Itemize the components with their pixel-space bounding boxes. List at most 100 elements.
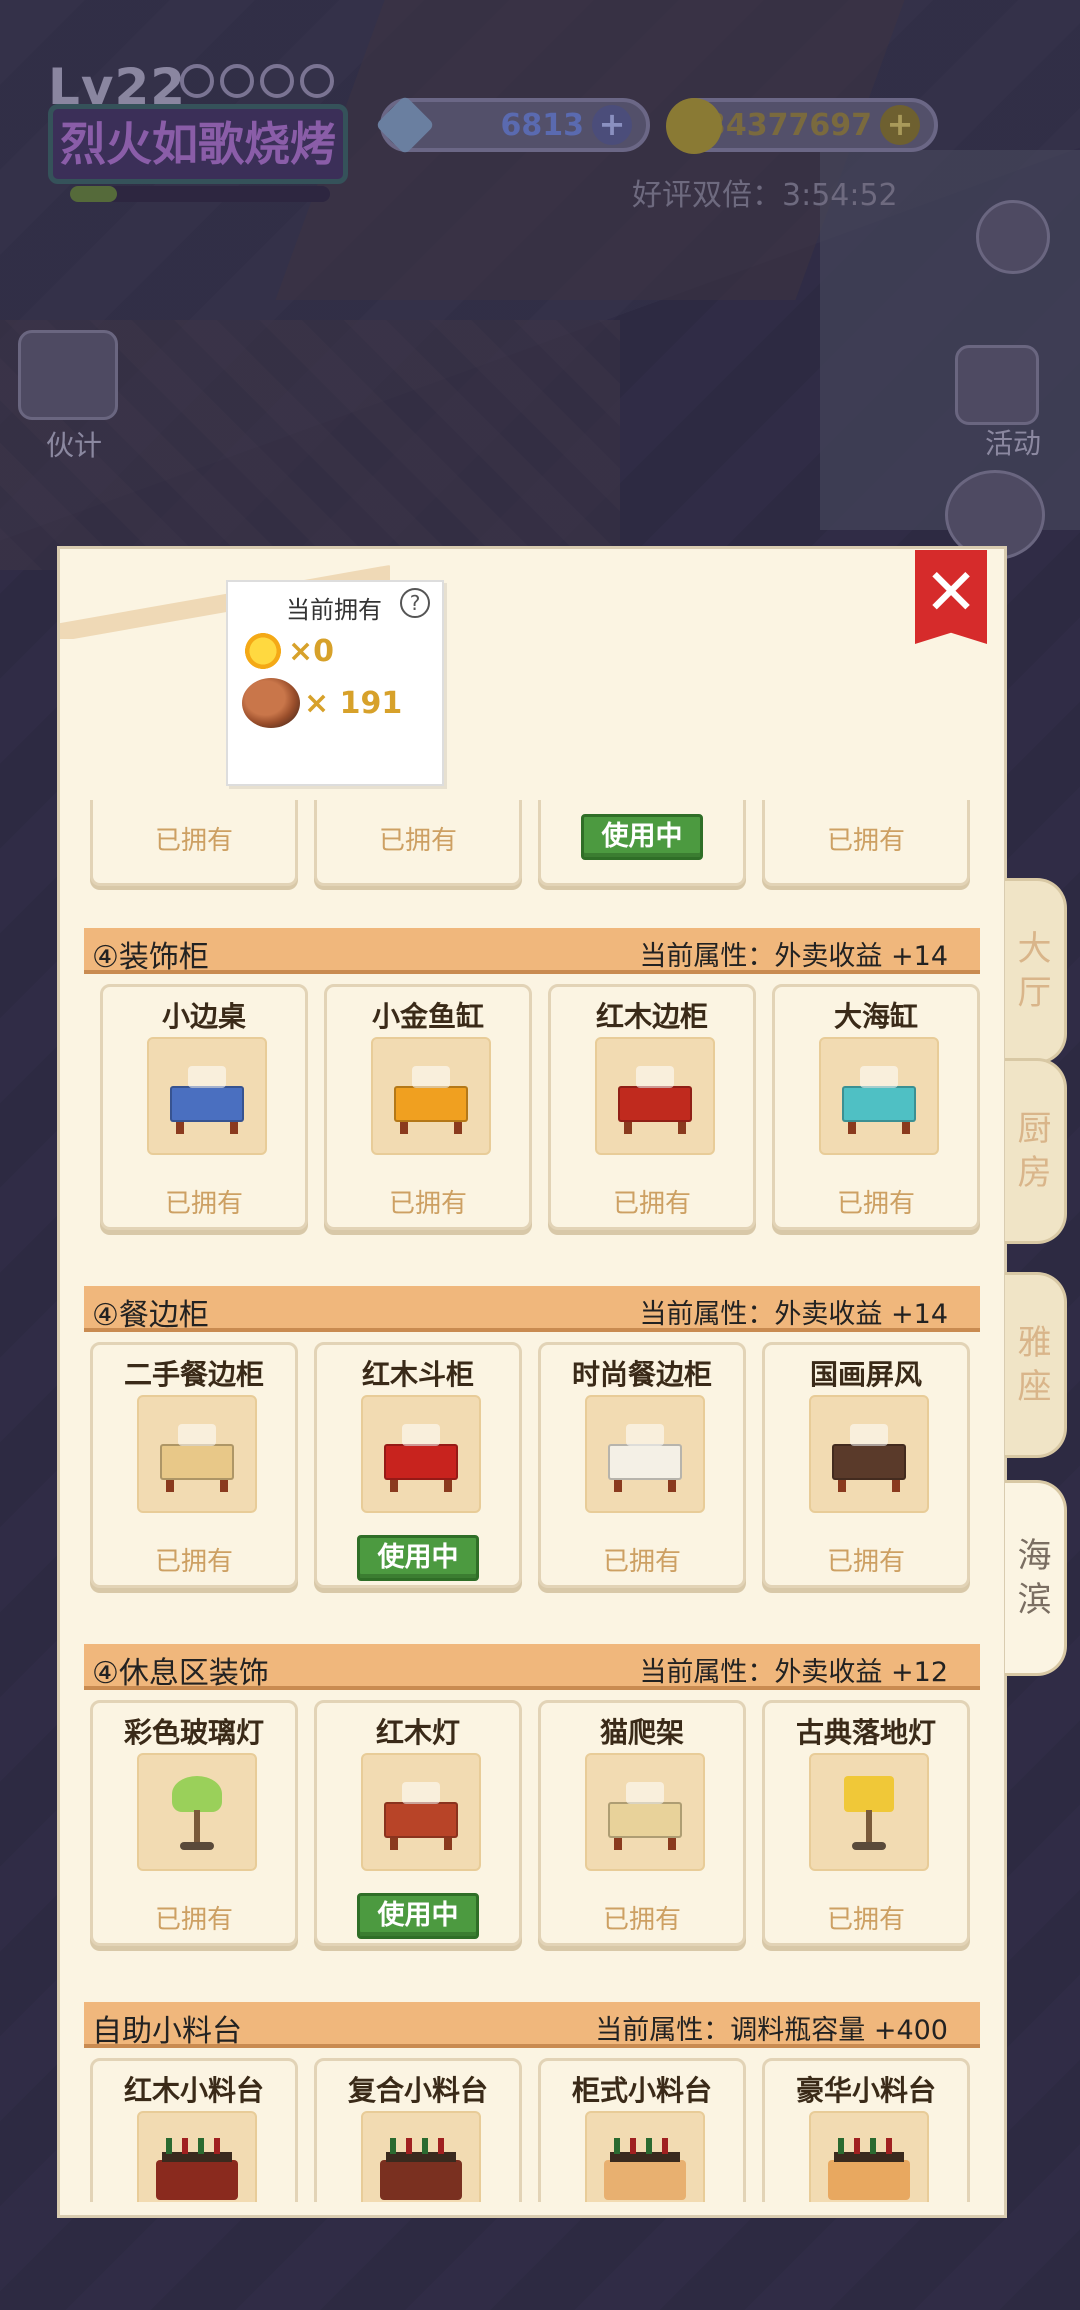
furniture-name: 时尚餐边柜 <box>571 1358 712 1391</box>
xp-bar <box>70 186 330 202</box>
furniture-image <box>152 2130 242 2202</box>
furniture-image <box>386 1056 476 1136</box>
furniture-card[interactable]: 使用中 <box>538 800 746 886</box>
currency-owned-box: 当前拥有 ? ×0 × 191 <box>226 580 444 786</box>
furniture-thumbnail <box>595 1037 715 1155</box>
furniture-image <box>600 1414 690 1494</box>
sun-token-row: ×0 <box>242 630 334 672</box>
close-button[interactable]: ✕ <box>915 550 987 644</box>
tab-2[interactable]: 雅 座 <box>1005 1272 1067 1458</box>
furniture-section: 自助小料台 当前属性：调料瓶容量 +400 红木小料台 复合小料台 柜式小料台 豪华… <box>80 2002 980 2202</box>
add-coins-button[interactable]: + <box>880 105 920 145</box>
coin-amount: 34377697 <box>705 107 872 143</box>
furniture-card[interactable]: 柜式小料台 <box>538 2058 746 2202</box>
furniture-name: 红木小料台 <box>123 2074 264 2107</box>
furniture-list[interactable]: 已拥有 已拥有 使用中 已拥有 ④装饰柜 当前属性：外卖收益 +14 小边桌 已拥有 小金鱼… <box>80 800 980 2202</box>
furniture-card[interactable]: 彩色玻璃灯 已拥有 <box>90 1700 298 1946</box>
furniture-name: 彩色玻璃灯 <box>123 1716 264 1749</box>
help-icon[interactable]: ? <box>400 588 430 618</box>
furniture-name: 二手餐边柜 <box>123 1358 264 1391</box>
furniture-card[interactable]: 红木边柜 已拥有 <box>548 984 756 1230</box>
furniture-card[interactable]: 国画屏风 已拥有 <box>762 1342 970 1588</box>
staff-label: 伙计 <box>46 429 103 462</box>
furniture-image <box>834 1056 924 1136</box>
furniture-image <box>152 1772 242 1852</box>
tab-3[interactable]: 海 滨 <box>1005 1480 1067 1676</box>
owned-label: 已拥有 <box>602 1547 681 1577</box>
owned-label: 已拥有 <box>164 1189 243 1219</box>
furniture-card[interactable]: 已拥有 <box>90 800 298 886</box>
coin-counter[interactable]: 34377697 + <box>666 98 938 154</box>
furniture-thumbnail <box>585 1753 705 1871</box>
furniture-card[interactable]: 红木小料台 <box>90 2058 298 2202</box>
furniture-card[interactable]: 小金鱼缸 已拥有 <box>324 984 532 1230</box>
owned-label: 已拥有 <box>602 1905 681 1935</box>
furniture-card[interactable]: 古典落地灯 已拥有 <box>762 1700 970 1946</box>
tab-0[interactable]: 大 厅 <box>1005 878 1067 1064</box>
tab-label: 海 滨 <box>1017 1536 1052 1620</box>
furniture-thumbnail <box>585 1395 705 1513</box>
furniture-card[interactable]: 猫爬架 已拥有 <box>538 1700 746 1946</box>
furniture-card[interactable]: 小边桌 已拥有 <box>100 984 308 1230</box>
tab-label: 大 厅 <box>1017 929 1052 1013</box>
star-icon <box>300 64 334 98</box>
tab-label: 厨 房 <box>1017 1109 1052 1193</box>
coin-icon <box>666 98 722 154</box>
furniture-name: 柜式小料台 <box>571 2074 712 2107</box>
furniture-thumbnail <box>585 2111 705 2202</box>
star-icon <box>260 64 294 98</box>
add-gems-button[interactable]: + <box>592 105 632 145</box>
double-rating-timer: 好评双倍：3:54:52 <box>632 178 898 213</box>
furniture-card[interactable]: 已拥有 <box>314 800 522 886</box>
furniture-card[interactable]: 红木灯 使用中 <box>314 1700 522 1946</box>
gear-icon[interactable] <box>976 200 1050 274</box>
cookie-token-row: × 191 <box>242 678 402 728</box>
furniture-card[interactable]: 二手餐边柜 已拥有 <box>90 1342 298 1588</box>
furniture-section: ④装饰柜 当前属性：外卖收益 +14 小边桌 已拥有 小金鱼缸 已拥有 红木边柜 已拥有… <box>80 928 980 1268</box>
furniture-image <box>376 1772 466 1852</box>
furniture-thumbnail <box>809 2111 929 2202</box>
calendar-icon[interactable] <box>955 345 1039 425</box>
in-use-button[interactable]: 使用中 <box>357 1893 479 1939</box>
section-header: ④装饰柜 当前属性：外卖收益 +14 <box>84 928 980 975</box>
furniture-thumbnail <box>137 2111 257 2202</box>
in-use-button[interactable]: 使用中 <box>581 814 703 860</box>
furniture-image <box>610 1056 700 1136</box>
furniture-card[interactable]: 豪华小料台 <box>762 2058 970 2202</box>
furniture-image <box>376 2130 466 2202</box>
furniture-thumbnail <box>809 1395 929 1513</box>
furniture-image <box>600 1772 690 1852</box>
shop-name-plate[interactable]: 烈火如歌烧烤 <box>48 104 348 184</box>
xp-bar-fill <box>70 186 117 202</box>
furniture-image <box>824 2130 914 2202</box>
tab-1[interactable]: 厨 房 <box>1005 1058 1067 1244</box>
furniture-card[interactable]: 复合小料台 <box>314 2058 522 2202</box>
furniture-thumbnail <box>137 1753 257 1871</box>
gem-amount: 6813 <box>500 107 585 143</box>
furniture-card[interactable]: 红木斗柜 使用中 <box>314 1342 522 1588</box>
section-title: ④休息区装饰 <box>92 1656 269 1691</box>
furniture-thumbnail <box>147 1037 267 1155</box>
furniture-name: 猫爬架 <box>599 1716 684 1749</box>
furniture-card[interactable]: 大海缸 已拥有 <box>772 984 980 1230</box>
gem-counter[interactable]: 6813 + <box>375 95 650 155</box>
furniture-thumbnail <box>371 1037 491 1155</box>
section-header: ④餐边柜 当前属性：外卖收益 +14 <box>84 1286 980 1333</box>
owned-label: 已拥有 <box>826 826 905 856</box>
furniture-card[interactable]: 时尚餐边柜 已拥有 <box>538 1342 746 1588</box>
furniture-name: 复合小料台 <box>347 2074 488 2107</box>
chef-icon[interactable] <box>18 330 118 420</box>
previous-section-cards: 已拥有 已拥有 使用中 已拥有 <box>90 800 980 886</box>
furniture-image <box>824 1414 914 1494</box>
owned-label: 已拥有 <box>154 826 233 856</box>
furniture-name: 豪华小料台 <box>795 2074 936 2107</box>
owned-label: 已拥有 <box>826 1547 905 1577</box>
in-use-button[interactable]: 使用中 <box>357 1535 479 1581</box>
furniture-section: ④餐边柜 当前属性：外卖收益 +14 二手餐边柜 已拥有 红木斗柜 使用中 时尚餐边柜 … <box>80 1286 980 1626</box>
owned-label: 已拥有 <box>826 1905 905 1935</box>
furniture-section: ④休息区装饰 当前属性：外卖收益 +12 彩色玻璃灯 已拥有 红木灯 使用中 猫爬架 已… <box>80 1644 980 1984</box>
furniture-card[interactable]: 已拥有 <box>762 800 970 886</box>
furniture-thumbnail <box>137 1395 257 1513</box>
furniture-name: 红木斗柜 <box>361 1358 474 1391</box>
activity-label: 活动 <box>985 427 1042 460</box>
